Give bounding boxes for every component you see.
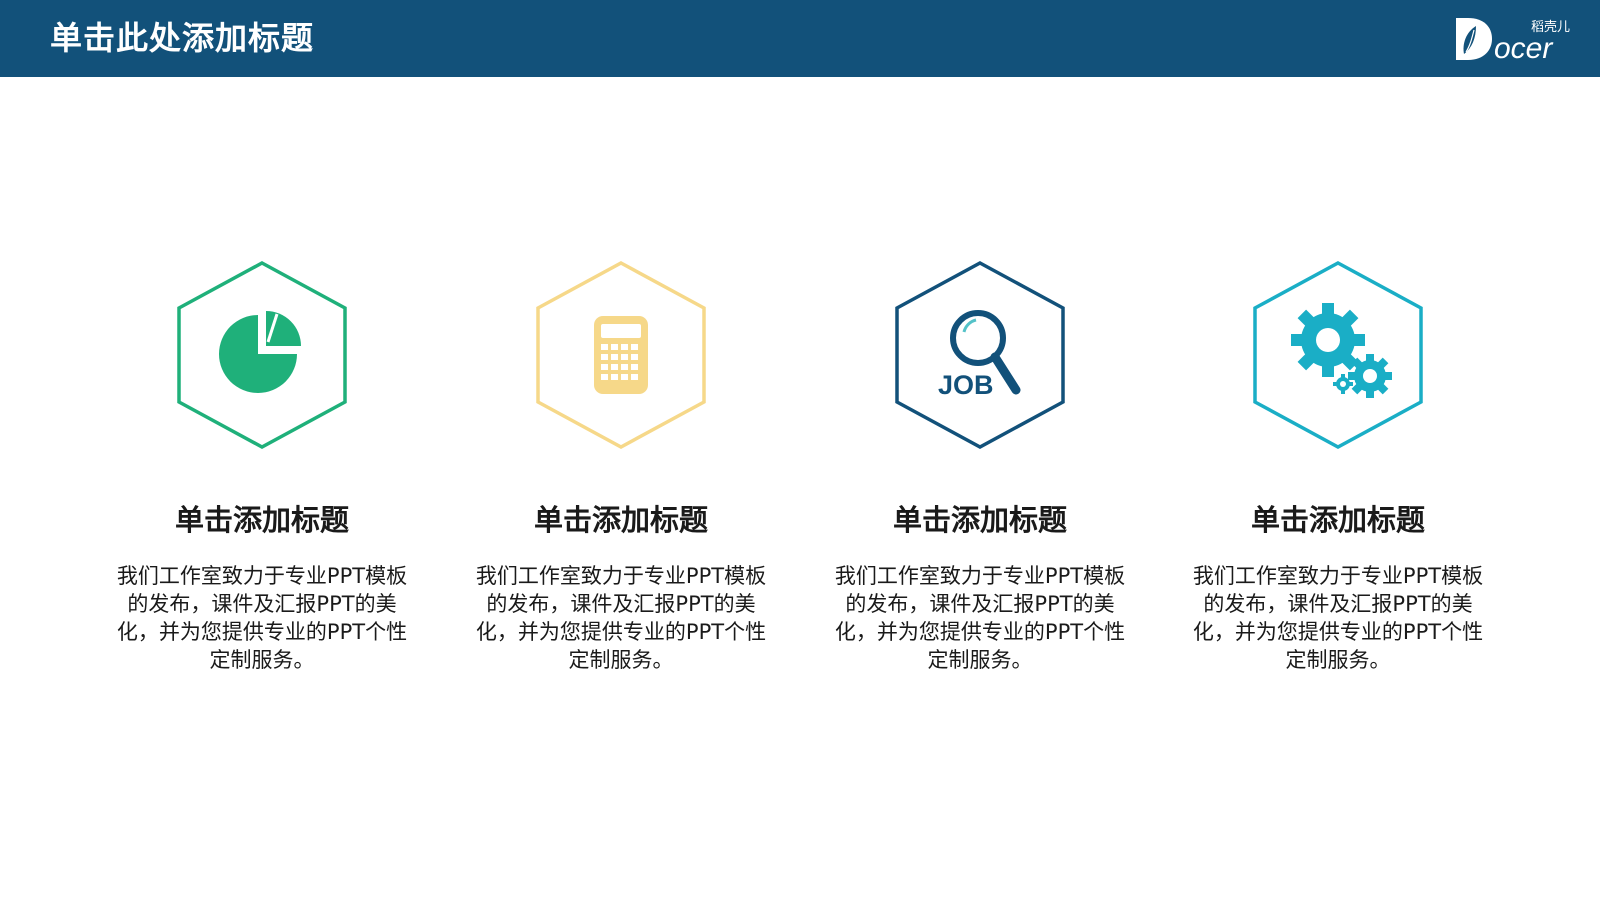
card-1[interactable]: 单击添加标题 我们工作室致力于专业PPT模板的发布，课件及汇报PPT的美化，并为… [102,258,422,678]
job-search-icon: JOB [938,310,1021,400]
card-2[interactable]: 单击添加标题 我们工作室致力于专业PPT模板的发布，课件及汇报PPT的美化，并为… [461,258,781,678]
hexagon-frame-teal [1253,261,1423,449]
slide: 单击此处添加标题 ocer 稻壳儿 单击添加标题 我们工作室致力于专业PPT模板… [0,0,1600,900]
hexagon-frame-navy: JOB [895,261,1065,449]
card-description[interactable]: 我们工作室致力于专业PPT模板的发布，课件及汇报PPT的美化，并为您提供专业的P… [1188,562,1488,674]
cards-container: 单击添加标题 我们工作室致力于专业PPT模板的发布，课件及汇报PPT的美化，并为… [0,0,1600,900]
card-title[interactable]: 单击添加标题 [102,502,422,538]
card-description[interactable]: 我们工作室致力于专业PPT模板的发布，课件及汇报PPT的美化，并为您提供专业的P… [112,562,412,674]
gears-icon [1291,303,1392,398]
card-3[interactable]: JOB 单击添加标题 我们工作室致力于专业PPT模板的发布，课件及汇报PPT的美… [820,258,1140,678]
card-title[interactable]: 单击添加标题 [461,502,781,538]
card-title[interactable]: 单击添加标题 [1178,502,1498,538]
hexagon-frame-yellow [536,261,706,449]
card-title[interactable]: 单击添加标题 [820,502,1140,538]
card-4[interactable]: 单击添加标题 我们工作室致力于专业PPT模板的发布，课件及汇报PPT的美化，并为… [1178,258,1498,678]
card-description[interactable]: 我们工作室致力于专业PPT模板的发布，课件及汇报PPT的美化，并为您提供专业的P… [830,562,1130,674]
calculator-icon [594,316,648,394]
pie-chart-icon [219,311,301,393]
hexagon-frame-green [177,261,347,449]
job-label: JOB [938,370,994,400]
card-description[interactable]: 我们工作室致力于专业PPT模板的发布，课件及汇报PPT的美化，并为您提供专业的P… [471,562,771,674]
